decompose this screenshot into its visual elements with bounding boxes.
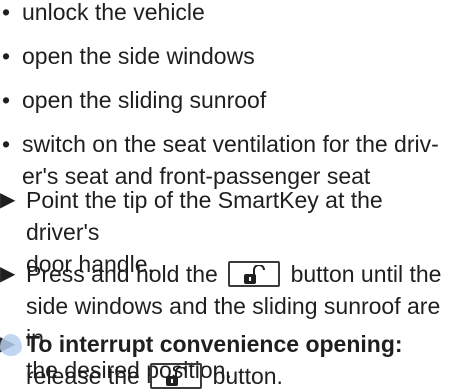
list-item-text: open the sliding sunroof xyxy=(22,87,267,113)
step-text: Point the tip of the SmartKey at the dri… xyxy=(26,187,383,245)
step-text: release the button. xyxy=(26,360,462,392)
bullet-glyph: • xyxy=(2,43,11,69)
highlight-marker xyxy=(0,334,22,356)
bullet-glyph: • xyxy=(2,87,11,113)
unlock-key-icon xyxy=(150,362,203,389)
step-marker-icon: ▶ xyxy=(0,189,16,211)
list-item: • switch on the seat ventilation for the… xyxy=(0,128,462,192)
list-item: • unlock the vehicle xyxy=(0,0,462,28)
unlock-key-icon xyxy=(228,260,281,287)
step-text-pre: release the xyxy=(26,363,140,389)
list-item: • open the sliding sunroof xyxy=(0,84,462,116)
list-item-text: unlock the vehicle xyxy=(22,0,205,25)
step-text-pre: Press and hold the xyxy=(26,261,218,287)
step-text-post: button until the xyxy=(290,261,442,287)
step-text: Press and hold the button until the xyxy=(26,258,462,290)
step-text-post: button. xyxy=(212,363,283,389)
bullet-list: • unlock the vehicle • open the side win… xyxy=(0,0,462,192)
list-item-text: switch on the seat ventilation for the d… xyxy=(22,131,439,157)
bullet-glyph: • xyxy=(2,0,11,25)
step-heading: To interrupt convenience opening: xyxy=(26,331,403,357)
instruction-step: ▶ To interrupt convenience opening: rele… xyxy=(0,328,462,392)
step-marker-icon: ▶ xyxy=(0,263,16,285)
bullet-glyph: • xyxy=(2,131,11,157)
list-item-text: open the side windows xyxy=(22,43,255,69)
list-item: • open the side windows xyxy=(0,40,462,72)
